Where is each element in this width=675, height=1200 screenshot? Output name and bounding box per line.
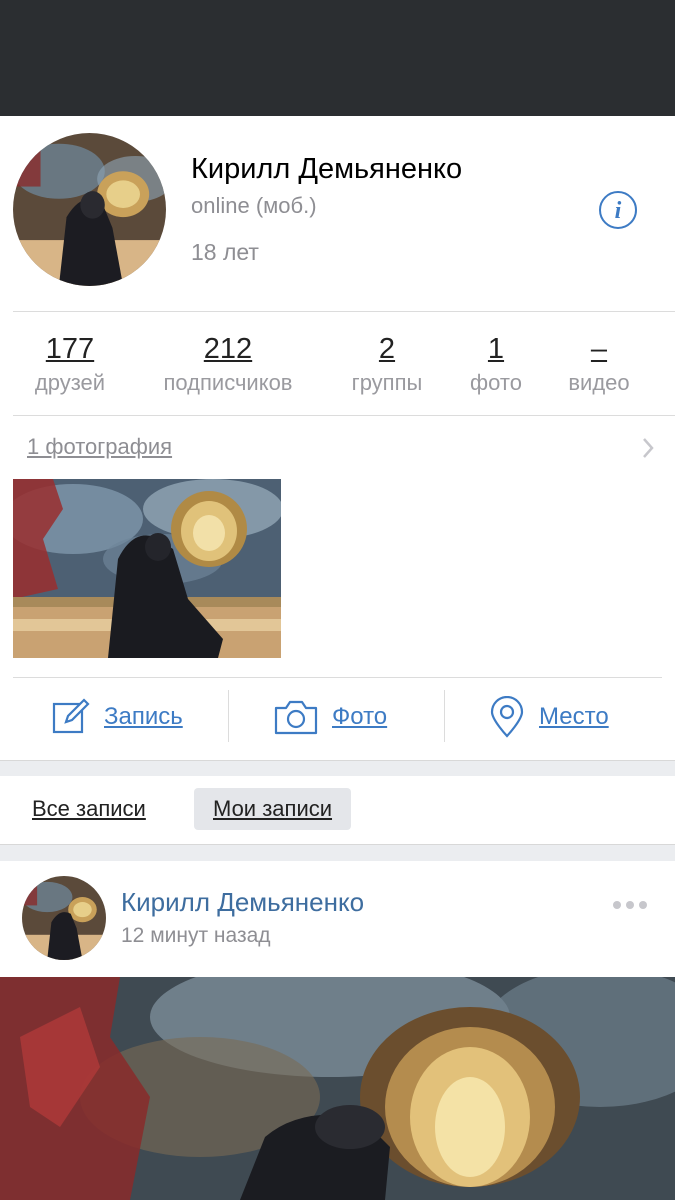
counter-photos[interactable]: 1 фото xyxy=(465,330,527,398)
chevron-right-icon[interactable] xyxy=(640,436,656,460)
counter-videos[interactable]: – видео xyxy=(560,330,638,398)
counter-value: 2 xyxy=(378,333,396,365)
action-label: Фото xyxy=(332,703,388,730)
divider xyxy=(13,677,662,678)
counter-label: фото xyxy=(470,370,522,395)
action-label: Место xyxy=(539,703,609,730)
post-timestamp: 12 минут назад xyxy=(121,924,271,947)
separator xyxy=(228,690,229,742)
svg-text:i: i xyxy=(615,198,622,224)
counter-label: видео xyxy=(568,370,630,395)
action-label: Запись xyxy=(104,703,183,730)
counter-label: группы xyxy=(351,370,423,395)
divider xyxy=(13,415,675,416)
counter-label: друзей xyxy=(34,370,106,395)
section-gap xyxy=(0,760,675,777)
counter-value: 1 xyxy=(487,333,505,365)
section-gap xyxy=(0,844,675,862)
counter-value: – xyxy=(590,333,608,365)
separator xyxy=(444,690,445,742)
counter-label: подписчиков xyxy=(163,370,293,395)
edit-icon xyxy=(52,698,90,734)
profile-age: 18 лет xyxy=(191,239,259,265)
profile-avatar[interactable] xyxy=(13,133,166,286)
add-place-button[interactable]: Место xyxy=(489,694,609,740)
info-icon[interactable]: i xyxy=(598,190,638,230)
post-photo[interactable] xyxy=(0,977,675,1200)
add-photo-button[interactable]: Фото xyxy=(274,694,387,740)
photo-thumbnail[interactable] xyxy=(13,479,281,658)
more-options-icon[interactable] xyxy=(612,900,648,910)
post-author-name[interactable]: Кирилл Демьяненко xyxy=(121,887,364,918)
top-bar xyxy=(0,0,675,116)
new-post-button[interactable]: Запись xyxy=(52,694,183,740)
post-author-avatar[interactable] xyxy=(22,876,106,960)
counter-value: 177 xyxy=(45,333,95,365)
profile-name: Кирилл Демьяненко xyxy=(191,153,463,185)
counter-value: 212 xyxy=(203,333,253,365)
photos-section-link[interactable]: 1 фотография xyxy=(27,434,172,460)
divider xyxy=(13,311,675,312)
location-pin-icon xyxy=(490,696,524,738)
counter-friends[interactable]: 177 друзей xyxy=(27,330,113,398)
counter-groups[interactable]: 2 группы xyxy=(342,330,432,398)
camera-icon xyxy=(274,700,318,735)
all-posts-tab[interactable]: Все записи xyxy=(32,788,146,830)
my-posts-tab[interactable]: Мои записи xyxy=(194,788,352,830)
counter-followers[interactable]: 212 подписчиков xyxy=(148,330,308,398)
online-status: online (моб.) xyxy=(191,193,317,218)
